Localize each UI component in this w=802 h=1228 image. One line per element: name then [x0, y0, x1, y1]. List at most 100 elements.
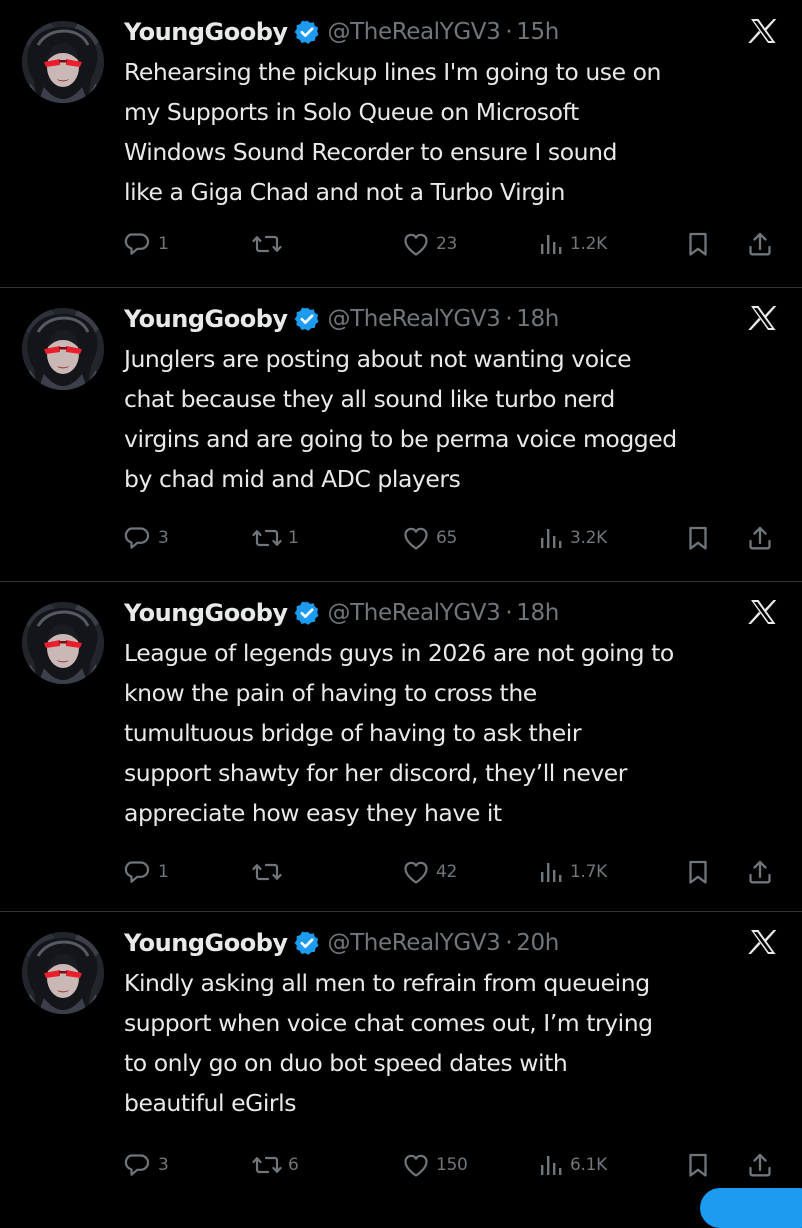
- tweet-header: YoungGooby @TheRealYGV3 · 15h: [124, 14, 559, 50]
- bookmark-icon: [689, 1153, 707, 1177]
- reply-button[interactable]: 1: [124, 226, 169, 262]
- tweet-actions: 3 1 65 3.2K: [124, 520, 784, 556]
- bookmark-button[interactable]: [684, 1147, 712, 1183]
- tweet-feed: YoungGooby @TheRealYGV3 · 15h Rehearsing…: [0, 0, 802, 1228]
- tweet-header: YoungGooby @TheRealYGV3 · 18h: [124, 595, 559, 631]
- like-count: 23: [436, 234, 458, 254]
- author-handle[interactable]: @TheRealYGV3: [328, 306, 501, 332]
- views-button[interactable]: 3.2K: [538, 520, 607, 556]
- bookmark-button[interactable]: [684, 226, 712, 262]
- heart-icon: [404, 861, 428, 884]
- author-name[interactable]: YoungGooby: [124, 929, 288, 957]
- views-button[interactable]: 1.2K: [538, 226, 607, 262]
- like-button[interactable]: 150: [402, 1147, 468, 1183]
- tweet-timestamp[interactable]: 18h: [516, 306, 559, 332]
- view-count: 6.1K: [570, 1155, 607, 1175]
- bar-chart-icon: [541, 1156, 562, 1175]
- reply-count: 1: [158, 234, 169, 254]
- tweet-text: Rehearsing the pickup lines I'm going to…: [124, 58, 661, 206]
- tweet[interactable]: YoungGooby @TheRealYGV3 · 20h Kindly ask…: [0, 911, 802, 1200]
- retweet-count: 6: [288, 1155, 299, 1175]
- x-logo-icon: [748, 930, 777, 954]
- like-count: 65: [436, 528, 458, 548]
- like-count: 42: [436, 862, 458, 882]
- avatar[interactable]: [22, 602, 104, 684]
- tweet[interactable]: YoungGooby @TheRealYGV3 · 15h Rehearsing…: [0, 0, 802, 287]
- retweet-arrows-icon: [252, 1156, 282, 1174]
- like-button[interactable]: 42: [402, 854, 457, 890]
- tweet[interactable]: YoungGooby @TheRealYGV3 · 18h League of …: [0, 581, 802, 911]
- x-logo-icon: [748, 19, 777, 43]
- compose-button[interactable]: [700, 1188, 802, 1228]
- verified-badge-icon: [293, 600, 320, 626]
- share-upload-icon: [749, 1153, 771, 1177]
- retweet-arrows-icon: [252, 235, 282, 253]
- separator-dot: ·: [505, 600, 513, 626]
- heart-icon: [404, 233, 428, 256]
- reply-button[interactable]: 3: [124, 1147, 169, 1183]
- author-name[interactable]: YoungGooby: [124, 599, 288, 627]
- share-upload-icon: [749, 526, 771, 550]
- verified-badge-icon: [293, 306, 320, 332]
- tweet-actions: 3 6 150 6.1K: [124, 1147, 784, 1183]
- share-button[interactable]: [746, 854, 774, 890]
- share-upload-icon: [749, 232, 771, 256]
- avatar[interactable]: [22, 308, 104, 390]
- share-button[interactable]: [746, 226, 774, 262]
- bookmark-button[interactable]: [684, 854, 712, 890]
- bookmark-button[interactable]: [684, 520, 712, 556]
- bar-chart-icon: [541, 529, 562, 548]
- reply-button[interactable]: 3: [124, 520, 169, 556]
- x-logo-icon: [748, 600, 777, 624]
- bar-chart-icon: [541, 235, 562, 254]
- separator-dot: ·: [505, 306, 513, 332]
- bookmark-icon: [689, 232, 707, 256]
- retweet-arrows-icon: [252, 529, 282, 547]
- tweet[interactable]: YoungGooby @TheRealYGV3 · 18h Junglers a…: [0, 287, 802, 581]
- separator-dot: ·: [505, 19, 513, 45]
- reply-bubble-icon: [124, 1154, 150, 1176]
- tweet-header: YoungGooby @TheRealYGV3 · 20h: [124, 925, 559, 961]
- retweet-count: 1: [288, 528, 299, 548]
- heart-icon: [404, 527, 428, 550]
- tweet-text: Junglers are posting about not wanting v…: [124, 345, 677, 493]
- tweet-timestamp[interactable]: 20h: [516, 930, 559, 956]
- author-handle[interactable]: @TheRealYGV3: [328, 19, 501, 45]
- bar-chart-icon: [541, 863, 562, 882]
- tweet-text: League of legends guys in 2026 are not g…: [124, 639, 674, 827]
- share-button[interactable]: [746, 1147, 774, 1183]
- view-count: 1.7K: [570, 862, 607, 882]
- verified-badge-icon: [293, 19, 320, 45]
- author-handle[interactable]: @TheRealYGV3: [328, 930, 501, 956]
- like-button[interactable]: 65: [402, 520, 457, 556]
- retweet-button[interactable]: [252, 226, 288, 262]
- x-logo-icon: [748, 306, 777, 330]
- reply-count: 3: [158, 528, 169, 548]
- bookmark-icon: [689, 860, 707, 884]
- bookmark-icon: [689, 526, 707, 550]
- like-button[interactable]: 23: [402, 226, 457, 262]
- view-count: 3.2K: [570, 528, 607, 548]
- tweet-actions: 1 42 1.7K: [124, 854, 784, 890]
- retweet-button[interactable]: 6: [252, 1147, 299, 1183]
- reply-bubble-icon: [124, 233, 150, 255]
- share-button[interactable]: [746, 520, 774, 556]
- view-count: 1.2K: [570, 234, 607, 254]
- views-button[interactable]: 1.7K: [538, 854, 607, 890]
- tweet-timestamp[interactable]: 18h: [516, 600, 559, 626]
- avatar[interactable]: [22, 21, 104, 103]
- author-handle[interactable]: @TheRealYGV3: [328, 600, 501, 626]
- author-name[interactable]: YoungGooby: [124, 305, 288, 333]
- reply-button[interactable]: 1: [124, 854, 169, 890]
- tweet-actions: 1 23 1.2K: [124, 226, 784, 262]
- tweet-timestamp[interactable]: 15h: [516, 19, 559, 45]
- reply-count: 1: [158, 862, 169, 882]
- avatar[interactable]: [22, 932, 104, 1014]
- heart-icon: [404, 1154, 428, 1177]
- retweet-button[interactable]: [252, 854, 288, 890]
- retweet-button[interactable]: 1: [252, 520, 299, 556]
- retweet-arrows-icon: [252, 863, 282, 881]
- tweet-header: YoungGooby @TheRealYGV3 · 18h: [124, 301, 559, 337]
- views-button[interactable]: 6.1K: [538, 1147, 607, 1183]
- author-name[interactable]: YoungGooby: [124, 18, 288, 46]
